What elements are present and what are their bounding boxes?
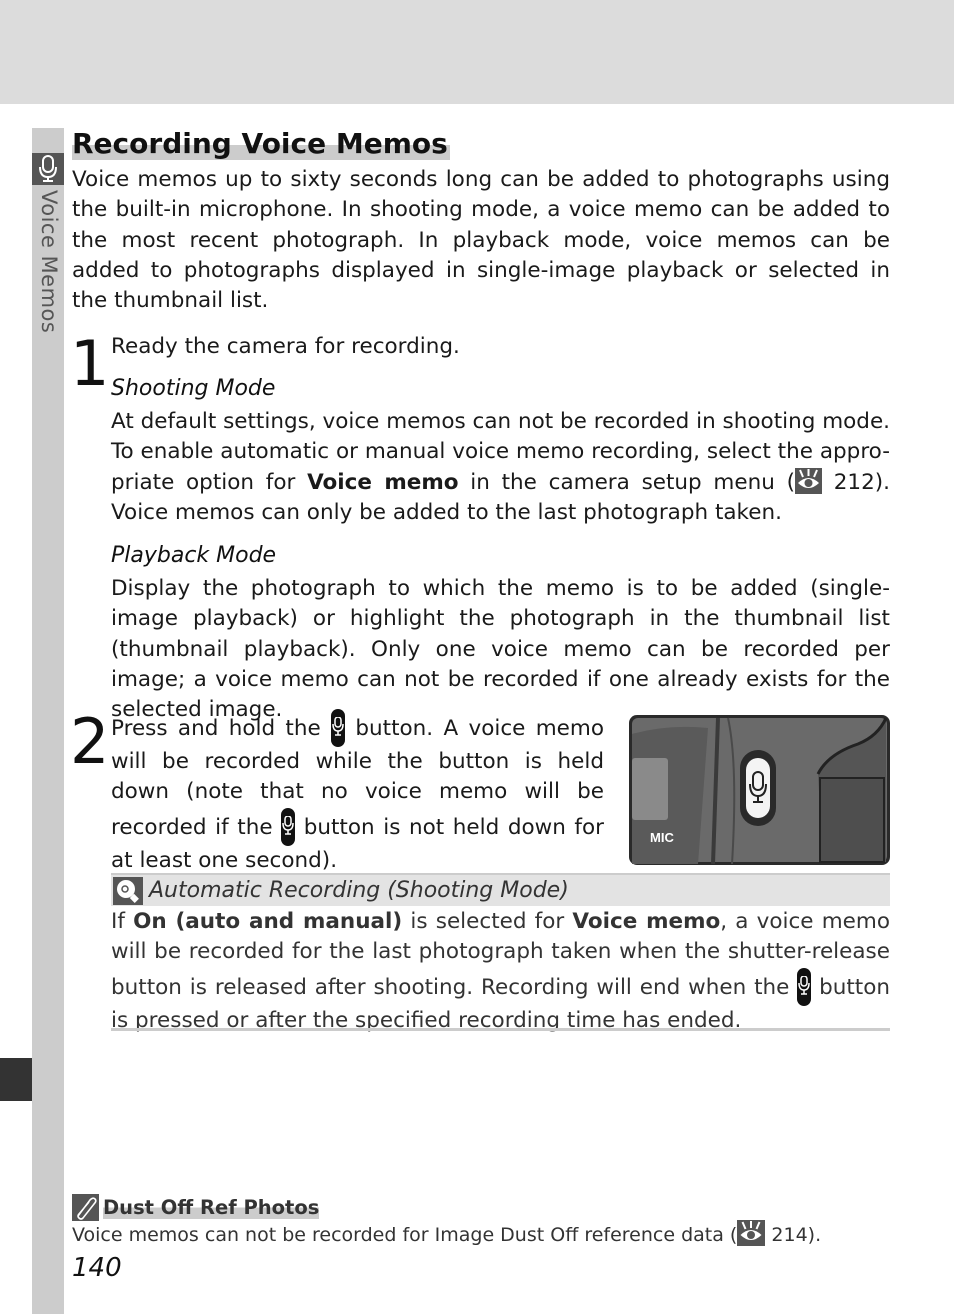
- step-number: 2: [70, 705, 110, 778]
- microphone-icon: [32, 153, 64, 185]
- note-text: If On (auto and manual) is selected for …: [111, 909, 891, 1033]
- dust-note-title: Dust Off Ref Photos: [103, 1196, 320, 1219]
- section-tab-label: Voice Memos: [37, 190, 61, 334]
- step-text: Press and hold the button. A voice memo …: [111, 709, 604, 876]
- page-reference[interactable]: 212: [834, 470, 875, 495]
- microphone-button-icon: [797, 967, 812, 1006]
- mic-label: MIC: [650, 830, 674, 845]
- note-header: Automatic Recording (Shooting Mode): [111, 873, 890, 906]
- paperclip-icon: [72, 1194, 99, 1221]
- playback-mode-heading: Playback Mode: [111, 543, 277, 568]
- playback-mode-text: Display the photograph to which the memo…: [111, 576, 890, 723]
- step-text: Ready the camera for recording.: [111, 334, 460, 359]
- step-number: 1: [70, 327, 110, 400]
- microphone-button-icon: [331, 709, 346, 747]
- page-reference[interactable]: 214: [771, 1224, 807, 1246]
- top-band: [0, 0, 954, 104]
- microphone-button-icon: [281, 807, 296, 846]
- shooting-mode-heading: Shooting Mode: [111, 376, 276, 401]
- tip-bulb-icon: [113, 876, 143, 905]
- intro-paragraph: Voice memos up to sixty seconds long can…: [72, 167, 890, 314]
- camera-mic-button-illustration: MIC: [629, 715, 890, 865]
- dust-note-header: Dust Off Ref Photos: [72, 1194, 320, 1221]
- chapter-tab-marker: [0, 1058, 32, 1101]
- see-page-icon: [737, 1220, 766, 1246]
- note-title: Automatic Recording (Shooting Mode): [149, 878, 569, 903]
- page-number: 140: [72, 1253, 122, 1283]
- page-title: Recording Voice Memos: [72, 127, 450, 160]
- shooting-mode-text: At default settings, voice memos can not…: [111, 409, 891, 525]
- dust-note-text: Voice memos can not be recorded for Imag…: [72, 1220, 821, 1246]
- see-page-icon: [794, 467, 822, 494]
- note-divider: [111, 1028, 890, 1031]
